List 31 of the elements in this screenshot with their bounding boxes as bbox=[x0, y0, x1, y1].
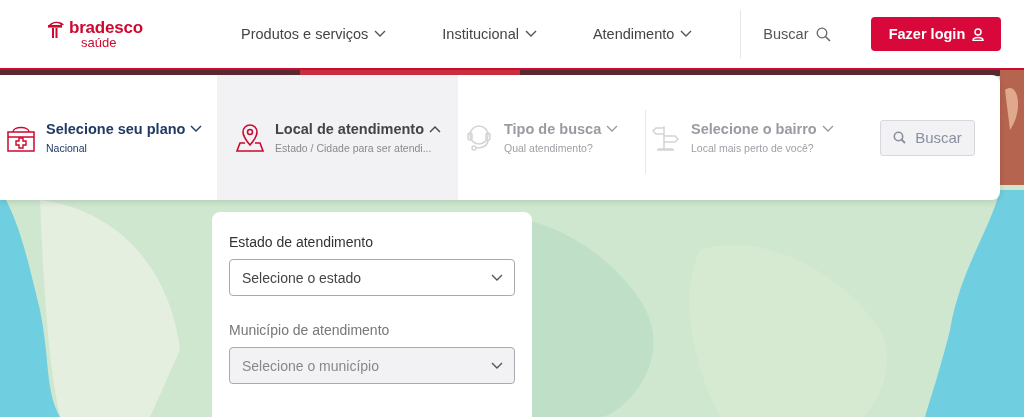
search-icon bbox=[893, 131, 907, 144]
chevron-icon bbox=[821, 125, 834, 133]
login-button[interactable]: Fazer login bbox=[871, 17, 1002, 51]
filter-dropdown[interactable]: Selecione seu plano bbox=[46, 121, 203, 137]
chevron-icon bbox=[374, 30, 387, 38]
user-icon bbox=[972, 27, 985, 41]
field-label: Município de atendimento bbox=[229, 322, 391, 338]
chevron-icon bbox=[491, 361, 503, 370]
select-field[interactable]: Selecione o estado bbox=[229, 259, 515, 296]
logo-icon bbox=[46, 19, 66, 39]
chevron-icon bbox=[190, 125, 203, 133]
headset-icon bbox=[464, 122, 494, 153]
filter-dropdown[interactable]: Local de atendimento bbox=[275, 121, 442, 137]
filter-subtitle: Local mais perto de você? bbox=[691, 142, 815, 154]
logo-subtitle: saúde bbox=[81, 36, 118, 49]
nav-menu[interactable]: Atendimento bbox=[592, 26, 693, 42]
filter-subtitle: Nacional bbox=[46, 142, 88, 154]
chevron-icon bbox=[491, 273, 503, 282]
nav-menu[interactable]: Institucional bbox=[442, 26, 537, 42]
search-link[interactable]: Buscar bbox=[763, 26, 832, 42]
logo-text: bradesco bbox=[69, 19, 143, 36]
chevron-icon bbox=[524, 30, 537, 38]
chevron-icon bbox=[429, 125, 442, 133]
nav-menu[interactable]: Produtos e serviços bbox=[241, 26, 387, 42]
field-label: Estado de atendimento bbox=[229, 234, 374, 250]
filter-subtitle: Qual atendimento? bbox=[504, 142, 594, 154]
chevron-icon bbox=[606, 125, 619, 133]
filter-subtitle: Estado / Cidade para ser atendi... bbox=[275, 142, 433, 154]
search-icon bbox=[816, 26, 832, 42]
map-pin-icon bbox=[235, 122, 265, 153]
chevron-icon bbox=[680, 30, 693, 38]
